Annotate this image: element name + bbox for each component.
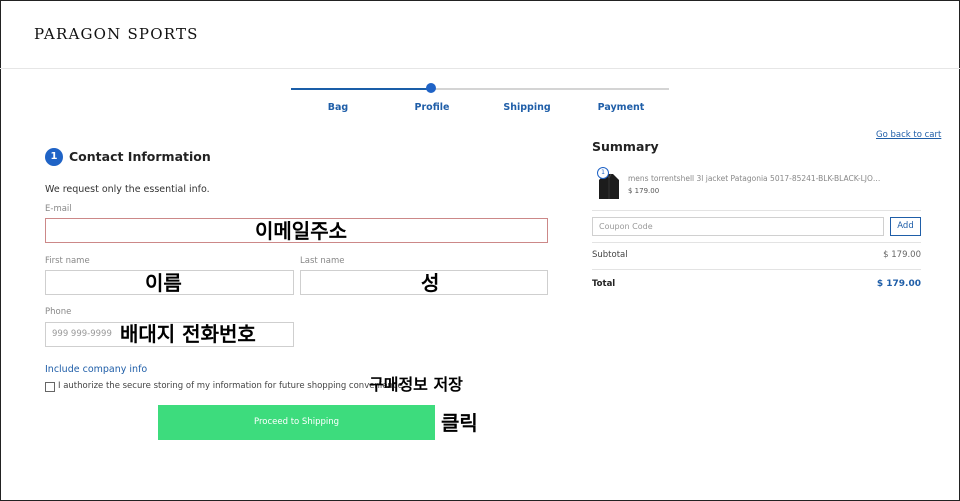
summary-divider <box>592 242 921 243</box>
stepper-progress-remaining <box>431 88 669 90</box>
stepper-current-dot <box>426 83 436 93</box>
summary-divider <box>592 210 921 211</box>
annotation-email: 이메일주소 <box>255 219 347 243</box>
section-title: Contact Information <box>69 149 211 164</box>
phone-label: Phone <box>45 307 72 317</box>
total-label: Total <box>592 279 616 289</box>
last-name-label: Last name <box>300 256 345 266</box>
annotation-click: 클릭 <box>441 411 478 435</box>
annotation-phone: 배대지 전화번호 <box>120 322 256 346</box>
quantity-badge: 1 <box>597 167 609 179</box>
step-profile[interactable]: Profile <box>415 102 450 113</box>
summary-title: Summary <box>592 139 659 154</box>
authorize-label: I authorize the secure storing of my inf… <box>58 381 406 391</box>
subtotal-label: Subtotal <box>592 250 628 260</box>
total-value: $ 179.00 <box>876 279 921 289</box>
coupon-code-input[interactable]: Coupon Code <box>592 217 884 236</box>
proceed-to-shipping-button[interactable]: Proceed to Shipping <box>158 405 435 440</box>
summary-divider <box>592 269 921 270</box>
include-company-link[interactable]: Include company info <box>45 364 147 375</box>
window-frame <box>0 0 960 501</box>
authorize-checkbox[interactable] <box>45 382 55 392</box>
product-price: $ 179.00 <box>628 187 660 195</box>
step-number-badge: 1 <box>45 148 63 166</box>
subtotal-value: $ 179.00 <box>883 250 921 260</box>
intro-text: We request only the essential info. <box>45 184 210 195</box>
email-label: E-mail <box>45 204 72 214</box>
annotation-last-name: 성 <box>421 271 440 295</box>
back-to-cart-link[interactable]: Go back to cart <box>876 130 941 140</box>
annotation-save-info: 구매정보 저장 <box>369 375 463 394</box>
first-name-label: First name <box>45 256 90 266</box>
step-payment[interactable]: Payment <box>598 102 645 113</box>
product-name[interactable]: mens torrentshell 3l jacket Patagonia 50… <box>628 174 883 183</box>
site-header: PARAGON SPORTS <box>0 0 960 69</box>
add-coupon-button[interactable]: Add <box>890 217 921 236</box>
step-shipping[interactable]: Shipping <box>503 102 550 113</box>
stepper-progress-done <box>291 88 431 90</box>
brand-logo[interactable]: PARAGON SPORTS <box>34 25 199 43</box>
annotation-first-name: 이름 <box>145 271 182 295</box>
step-bag[interactable]: Bag <box>328 102 348 113</box>
